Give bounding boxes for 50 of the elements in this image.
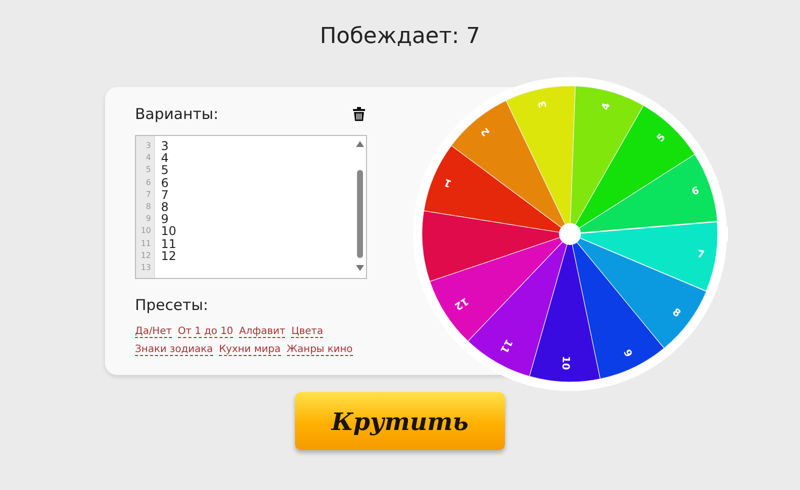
segment-label: 3 — [537, 100, 550, 109]
preset-link[interactable]: Кухни мира — [218, 344, 281, 356]
option-line: 10 — [161, 224, 176, 238]
segment-label: 8 — [670, 306, 682, 320]
option-line: 5 — [161, 163, 169, 178]
line-number: 5 — [144, 164, 152, 176]
segment-label: 6 — [690, 185, 701, 198]
line-number: 9 — [144, 213, 152, 226]
line-number: 3 — [144, 140, 152, 152]
segment-label: 7 — [696, 248, 706, 261]
option-line: 8 — [161, 200, 169, 214]
scrollbar-thumb[interactable] — [357, 170, 363, 258]
preset-link[interactable]: Алфавит — [239, 326, 286, 338]
option-line: 3 — [161, 139, 169, 153]
segment-label: 10 — [559, 356, 571, 370]
options-editor[interactable]: 3 4 5 6 7 8 9 10 11 12 13 3 4 5 6 7 8 9 10 11 12 — [135, 135, 367, 279]
segment-label: 12 — [452, 294, 470, 312]
line-number: 13 — [140, 262, 152, 274]
line-number: 10 — [140, 225, 152, 238]
segment-label: 1 — [442, 176, 454, 189]
line-number: 8 — [144, 200, 152, 213]
preset-link[interactable]: Жанры кино — [286, 344, 353, 356]
option-line: 6 — [161, 176, 169, 190]
segment-label: 4 — [600, 102, 613, 112]
option-line: 12 — [161, 248, 176, 263]
line-number: 11 — [140, 238, 152, 250]
scroll-down-icon[interactable] — [356, 265, 364, 271]
line-number: 7 — [144, 188, 152, 201]
presets-label: Пресеты: — [135, 296, 208, 314]
trash-icon[interactable] — [353, 107, 365, 121]
wheel-hub — [559, 223, 581, 245]
segment-label: 2 — [480, 125, 492, 138]
scroll-up-icon[interactable] — [356, 141, 364, 147]
preset-link[interactable]: От 1 до 10 — [178, 326, 234, 338]
preset-link[interactable]: Да/Нет — [135, 326, 172, 338]
winner-title: Побеждает: 7 — [320, 23, 480, 51]
preset-link[interactable]: Цвета — [291, 326, 324, 338]
options-label: Варианты: — [135, 105, 218, 123]
spin-button[interactable]: Крутить — [295, 392, 505, 450]
preset-link[interactable]: Знаки зодиака — [135, 344, 213, 356]
option-line: 4 — [161, 151, 169, 166]
segment-label: 11 — [498, 337, 514, 355]
segment-label: 9 — [620, 348, 634, 360]
line-number: 4 — [144, 152, 152, 164]
option-line: 11 — [161, 236, 176, 250]
option-line: 7 — [161, 188, 169, 202]
line-number: 6 — [144, 176, 152, 189]
option-line: 9 — [161, 212, 169, 226]
line-number: 12 — [140, 250, 152, 262]
segment-label: 5 — [655, 132, 668, 145]
